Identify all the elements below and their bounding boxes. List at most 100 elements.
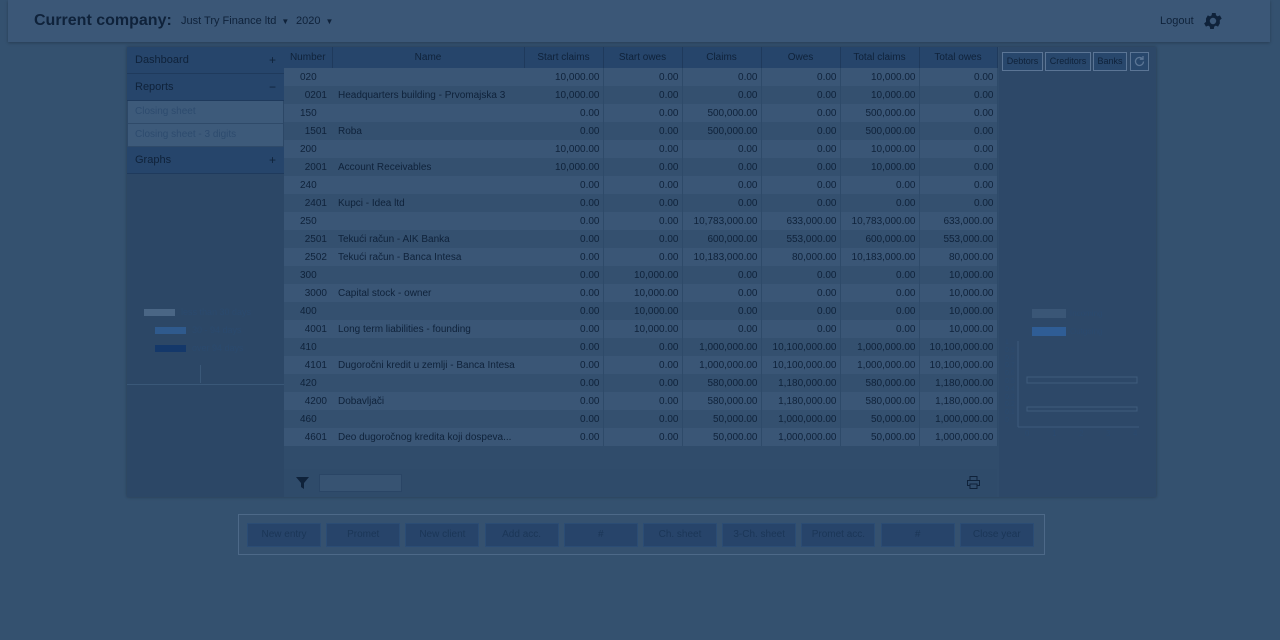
tab-banks[interactable]: Banks: [1093, 52, 1127, 71]
legend-label: 30 - 94 days: [192, 325, 242, 335]
column-header-number[interactable]: Number: [284, 47, 333, 68]
cell-value: 0.00: [761, 266, 841, 284]
cell-number: 4601: [284, 428, 332, 446]
table-row[interactable]: 410 0.00 0.00 1,000,000.00 10,100,000.00 1,00…: [284, 338, 998, 356]
table-row[interactable]: 020 10,000.00 0.00 0.00 0.00 10,000.00 0.00: [284, 68, 998, 86]
hash-button[interactable]: #: [563, 523, 638, 547]
cell-name: [332, 104, 524, 122]
cell-value: 0.00: [682, 86, 762, 104]
legend-swatch: [155, 345, 186, 352]
report-closing-sheet-3-digits[interactable]: Closing sheet - 3 digits: [128, 124, 283, 147]
sidebar-item-label: Graphs: [135, 154, 172, 166]
new-client-button[interactable]: New client: [405, 523, 480, 547]
column-header-total-owes[interactable]: Total owes: [919, 47, 998, 68]
table-row[interactable]: 2501 Tekući račun - AIK Banka 0.00 0.00 600,…: [284, 230, 998, 248]
table-row[interactable]: 4601 Deo dugoročnog kredita koji dospeva.…: [284, 428, 998, 446]
divider: [127, 384, 284, 385]
column-header-name[interactable]: Name: [332, 47, 525, 68]
cell-number: 2502: [284, 248, 332, 266]
incoming-bar: [1026, 376, 1138, 384]
print-icon[interactable]: [967, 476, 980, 489]
cell-value: 0.00: [603, 428, 683, 446]
cell-value: 10,000.00: [524, 68, 604, 86]
gear-icon[interactable]: [1202, 10, 1224, 32]
close-year-button[interactable]: Close year: [959, 523, 1034, 547]
table-row[interactable]: 2502 Tekući račun - Banca Intesa 0.00 0.00 1…: [284, 248, 998, 266]
cell-number: 0201: [284, 86, 332, 104]
legend-swatch: [1032, 327, 1066, 336]
report-closing-sheet[interactable]: Closing sheet: [128, 101, 283, 124]
refresh-button[interactable]: [1130, 52, 1149, 71]
tab-creditors[interactable]: Creditors: [1045, 52, 1091, 71]
3-ch-sheet-button[interactable]: 3-Ch. sheet: [722, 523, 797, 547]
cell-value: 10,183,000.00: [682, 248, 762, 266]
table-header: Number Name Start claims Start owes Clai…: [284, 47, 998, 68]
table-row[interactable]: 150 0.00 0.00 500,000.00 0.00 500,000.00 0.00: [284, 104, 998, 122]
table-row[interactable]: 250 0.00 0.00 10,783,000.00 633,000.00 10,783…: [284, 212, 998, 230]
sidebar-item-reports[interactable]: Reports −: [127, 74, 284, 101]
table-row[interactable]: 420 0.00 0.00 580,000.00 1,180,000.00 580,000…: [284, 374, 998, 392]
table-row[interactable]: 3000 Capital stock - owner 0.00 10,000.00 0.…: [284, 284, 998, 302]
company-select[interactable]: Just Try Finance ltd ▼: [181, 15, 289, 27]
column-header-owes[interactable]: Owes: [761, 47, 841, 68]
table-row[interactable]: 1501 Roba 0.00 0.00 500,000.00 0.00 500,000.00…: [284, 122, 998, 140]
cell-number: 250: [284, 212, 332, 230]
cell-value: 0.00: [761, 122, 841, 140]
table-row[interactable]: 2401 Kupci - Idea ltd 0.00 0.00 0.00 0.00 0.00…: [284, 194, 998, 212]
promet-acc-button[interactable]: Promet acc.: [801, 523, 876, 547]
y-tick-label: 0.9: [1005, 346, 1015, 354]
logout-link[interactable]: Logout: [1160, 15, 1194, 27]
x-tick-label: 1: [1052, 429, 1057, 438]
new-entry-button[interactable]: New entry: [247, 523, 321, 547]
sidebar-item-label: Dashboard: [135, 54, 189, 66]
cell-value: 0.00: [524, 230, 604, 248]
refresh-icon: [1134, 56, 1145, 67]
cell-value: 0.00: [761, 68, 841, 86]
column-header-start-claims[interactable]: Start claims: [524, 47, 604, 68]
cell-name: Roba: [332, 122, 524, 140]
table-row[interactable]: 460 0.00 0.00 50,000.00 1,000,000.00 50,000.0…: [284, 410, 998, 428]
cell-value: 0.00: [919, 68, 998, 86]
column-header-start-owes[interactable]: Start owes: [603, 47, 683, 68]
cell-value: 500,000.00: [840, 122, 920, 140]
cell-value: 0.00: [682, 284, 762, 302]
cell-value: 0.00: [603, 104, 683, 122]
cell-value: 10,000.00: [919, 320, 998, 338]
filter-input[interactable]: [319, 474, 402, 492]
cell-value: 553,000.00: [761, 230, 841, 248]
hash-button[interactable]: #: [880, 523, 955, 547]
sidebar-item-label: Reports: [135, 81, 174, 93]
table-row[interactable]: 300 0.00 10,000.00 0.00 0.00 0.00 10,000.00: [284, 266, 998, 284]
ch-sheet-button[interactable]: Ch. sheet: [643, 523, 717, 547]
cell-value: 0.00: [524, 338, 604, 356]
promet-button[interactable]: Promet: [326, 523, 401, 547]
table-row[interactable]: 0201 Headquarters building - Prvomajska 3…: [284, 86, 998, 104]
y-tick-label: 0.8: [1005, 354, 1015, 362]
add-acc-button[interactable]: Add acc.: [484, 523, 559, 547]
table-row[interactable]: 4200 Dobavljači 0.00 0.00 580,000.00 1,180,00…: [284, 392, 998, 410]
filter-icon[interactable]: [296, 477, 309, 489]
cell-name: Tekući račun - Banca Intesa: [332, 248, 524, 266]
cell-name: [332, 140, 524, 158]
cell-value: 0.00: [761, 284, 841, 302]
year-select[interactable]: 2020 ▼: [296, 15, 333, 27]
table-row[interactable]: 2001 Account Receivables 10,000.00 0.00 0.00…: [284, 158, 998, 176]
table-row[interactable]: 200 10,000.00 0.00 0.00 0.00 10,000.00 0.00: [284, 140, 998, 158]
table-row[interactable]: 4101 Dugoročni kredit u zemlji - Banca In…: [284, 356, 998, 374]
sidebar-item-graphs[interactable]: Graphs +: [127, 147, 284, 174]
cell-name: Deo dugoročnog kredita koji dospeva...: [332, 428, 524, 446]
cell-value: 0.00: [840, 284, 920, 302]
cell-value: 0.00: [603, 68, 683, 86]
cell-value: 0.00: [840, 176, 920, 194]
cell-name: [332, 68, 524, 86]
cell-value: 10,100,000.00: [919, 356, 998, 374]
tab-debtors[interactable]: Debtors: [1002, 52, 1043, 71]
table-row[interactable]: 240 0.00 0.00 0.00 0.00 0.00 0.00: [284, 176, 998, 194]
sidebar-item-dashboard[interactable]: Dashboard +: [127, 47, 284, 74]
column-header-total-claims[interactable]: Total claims: [840, 47, 920, 68]
cell-value: 0.00: [761, 140, 841, 158]
table-row[interactable]: 400 0.00 10,000.00 0.00 0.00 0.00 10,000.00: [284, 302, 998, 320]
table-row[interactable]: 4001 Long term liabilities - founding 0.00…: [284, 320, 998, 338]
legend-swatch: [1032, 309, 1066, 318]
column-header-claims[interactable]: Claims: [682, 47, 762, 68]
